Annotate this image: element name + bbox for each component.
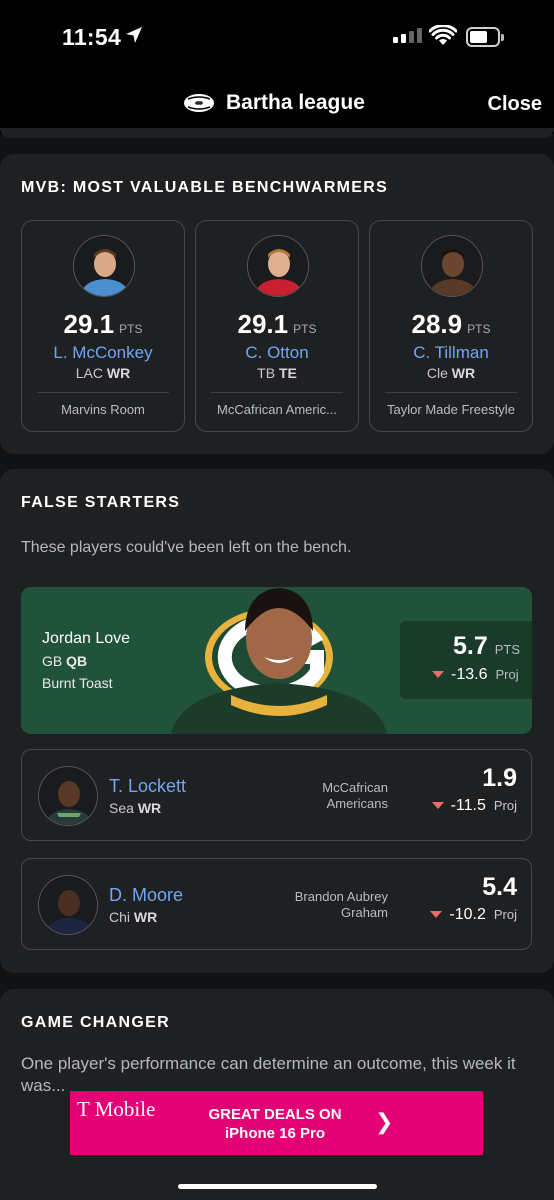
- fantasy-team-name: Taylor Made Freestyle: [387, 402, 515, 417]
- cellular-signal-icon: [393, 28, 422, 43]
- mvb-title: MVB: MOST VALUABLE BENCHWARMERS: [21, 179, 389, 196]
- player-position: WR: [106, 365, 131, 381]
- chevron-right-icon[interactable]: ❯: [375, 1109, 393, 1135]
- player-points: 5.4: [482, 873, 517, 901]
- proj-diff: -11.5: [450, 797, 486, 814]
- tmobile-logo: T Mobile: [77, 1097, 156, 1121]
- player-avatar: [73, 235, 135, 297]
- player-points: 29.1: [237, 309, 289, 339]
- player-points: 28.9: [411, 309, 463, 339]
- proj-label: Proj: [495, 667, 519, 682]
- points-label: PTS: [293, 322, 317, 336]
- down-triangle-icon: [431, 802, 444, 810]
- score-panel: 1.9 -11.5 Proj: [431, 764, 517, 815]
- points-label: PTS: [119, 322, 143, 336]
- location-arrow-icon: [126, 27, 142, 43]
- fantasy-team-name: McCafrican Americans: [262, 780, 388, 812]
- featured-player-name: Jordan Love: [42, 630, 131, 647]
- player-avatar: [247, 235, 309, 297]
- fantasy-team-line: McCafrican: [322, 780, 388, 795]
- proj-diff: -10.2: [449, 906, 486, 923]
- player-avatar: [38, 875, 98, 935]
- player-team: Sea: [109, 800, 134, 816]
- mvb-player-tile[interactable]: 29.1 PTS C. Otton TB TE McCafrican Americ…: [195, 220, 359, 432]
- player-team: LAC: [75, 365, 103, 381]
- fantasy-team-line: Americans: [326, 796, 388, 811]
- league-title-text: Bartha league: [226, 91, 365, 114]
- player-points: 1.9: [482, 764, 517, 792]
- fantasy-team-line: Graham: [341, 905, 388, 920]
- player-team-position: Chi WR: [109, 909, 157, 925]
- divider: [37, 392, 169, 393]
- featured-player-banner[interactable]: Jordan Love GB QB Burnt Toast 5.7 PTS -13…: [21, 587, 532, 734]
- false-starter-row[interactable]: T. Lockett Sea WR McCafrican Americans 1.…: [21, 749, 532, 841]
- battery-icon: [466, 27, 504, 47]
- featured-score-panel: 5.7 PTS -13.6 Proj: [400, 621, 532, 699]
- football-icon: [184, 94, 214, 112]
- points-label: PTS: [467, 322, 491, 336]
- player-name-link[interactable]: C. Tillman: [370, 343, 532, 363]
- previous-card-edge: [0, 128, 554, 138]
- featured-fantasy-team: Burnt Toast: [42, 675, 113, 691]
- featured-proj-diff: -13.6: [451, 666, 488, 683]
- ad-banner[interactable]: T Mobile GREAT DEALS ON iPhone 16 Pro ❯: [70, 1091, 483, 1155]
- player-points: 29.1: [63, 309, 115, 339]
- player-position: TE: [278, 365, 297, 381]
- featured-points: 5.7: [453, 632, 488, 660]
- close-button[interactable]: Close: [488, 93, 542, 116]
- false-starters-title: FALSE STARTERS: [21, 494, 181, 511]
- down-triangle-icon: [432, 671, 444, 679]
- points-label: PTS: [494, 642, 521, 657]
- proj-label: Proj: [493, 907, 517, 922]
- false-starter-row[interactable]: D. Moore Chi WR Brandon Aubrey Graham 5.4…: [21, 858, 532, 950]
- featured-player-position: QB: [66, 653, 88, 669]
- false-starters-subtitle: These players could've been left on the …: [21, 539, 352, 556]
- player-name-link[interactable]: C. Otton: [196, 343, 358, 363]
- home-indicator[interactable]: [178, 1184, 377, 1189]
- nav-bar: Bartha league Close: [0, 70, 554, 134]
- player-team: Cle: [426, 365, 448, 381]
- ad-text: GREAT DEALS ON iPhone 16 Pro: [200, 1105, 350, 1143]
- fantasy-team-line: Brandon Aubrey: [294, 889, 388, 904]
- fantasy-team-name: Marvins Room: [61, 402, 145, 417]
- mvb-player-tile[interactable]: 28.9 PTS C. Tillman Cle WR Taylor Made Fr…: [369, 220, 533, 432]
- down-triangle-icon: [430, 911, 443, 919]
- player-name-link[interactable]: L. McConkey: [22, 343, 184, 363]
- score-panel: 5.4 -10.2 Proj: [430, 873, 517, 924]
- player-team-position: LAC WR: [22, 365, 184, 381]
- player-name-link[interactable]: D. Moore: [109, 885, 183, 906]
- league-title: Bartha league: [182, 91, 365, 115]
- game-changer-title: GAME CHANGER: [21, 1014, 170, 1031]
- featured-player-team: GB: [42, 653, 63, 669]
- status-bar: 11:54: [0, 0, 554, 70]
- player-team-position: TB TE: [196, 365, 358, 381]
- status-time: 11:54: [62, 24, 122, 50]
- player-team-position: Cle WR: [370, 365, 532, 381]
- player-avatar: [38, 766, 98, 826]
- player-avatar: [421, 235, 483, 297]
- ad-line: GREAT DEALS ON: [208, 1106, 342, 1123]
- player-team-position: Sea WR: [109, 800, 161, 816]
- proj-label: Proj: [493, 798, 517, 813]
- fantasy-team-name: McCafrican Americ...: [217, 402, 337, 417]
- featured-player-team-position: GB QB: [42, 653, 87, 669]
- player-position: WR: [451, 365, 476, 381]
- divider: [385, 392, 517, 393]
- wifi-icon: [429, 25, 457, 45]
- fantasy-team-name: Brandon Aubrey Graham: [262, 889, 388, 921]
- player-team: TB: [257, 365, 276, 381]
- divider: [211, 392, 343, 393]
- player-name-link[interactable]: T. Lockett: [109, 776, 186, 797]
- player-team: Chi: [109, 909, 131, 925]
- ad-line: iPhone 16 Pro: [224, 1125, 326, 1142]
- false-starters-card: FALSE STARTERS These players could've be…: [0, 469, 554, 973]
- mvb-card: MVB: MOST VALUABLE BENCHWARMERS 29.1 PTS …: [0, 154, 554, 454]
- player-position: WR: [137, 800, 162, 816]
- mvb-player-tile[interactable]: 29.1 PTS L. McConkey LAC WR Marvins Room: [21, 220, 185, 432]
- player-position: WR: [133, 909, 158, 925]
